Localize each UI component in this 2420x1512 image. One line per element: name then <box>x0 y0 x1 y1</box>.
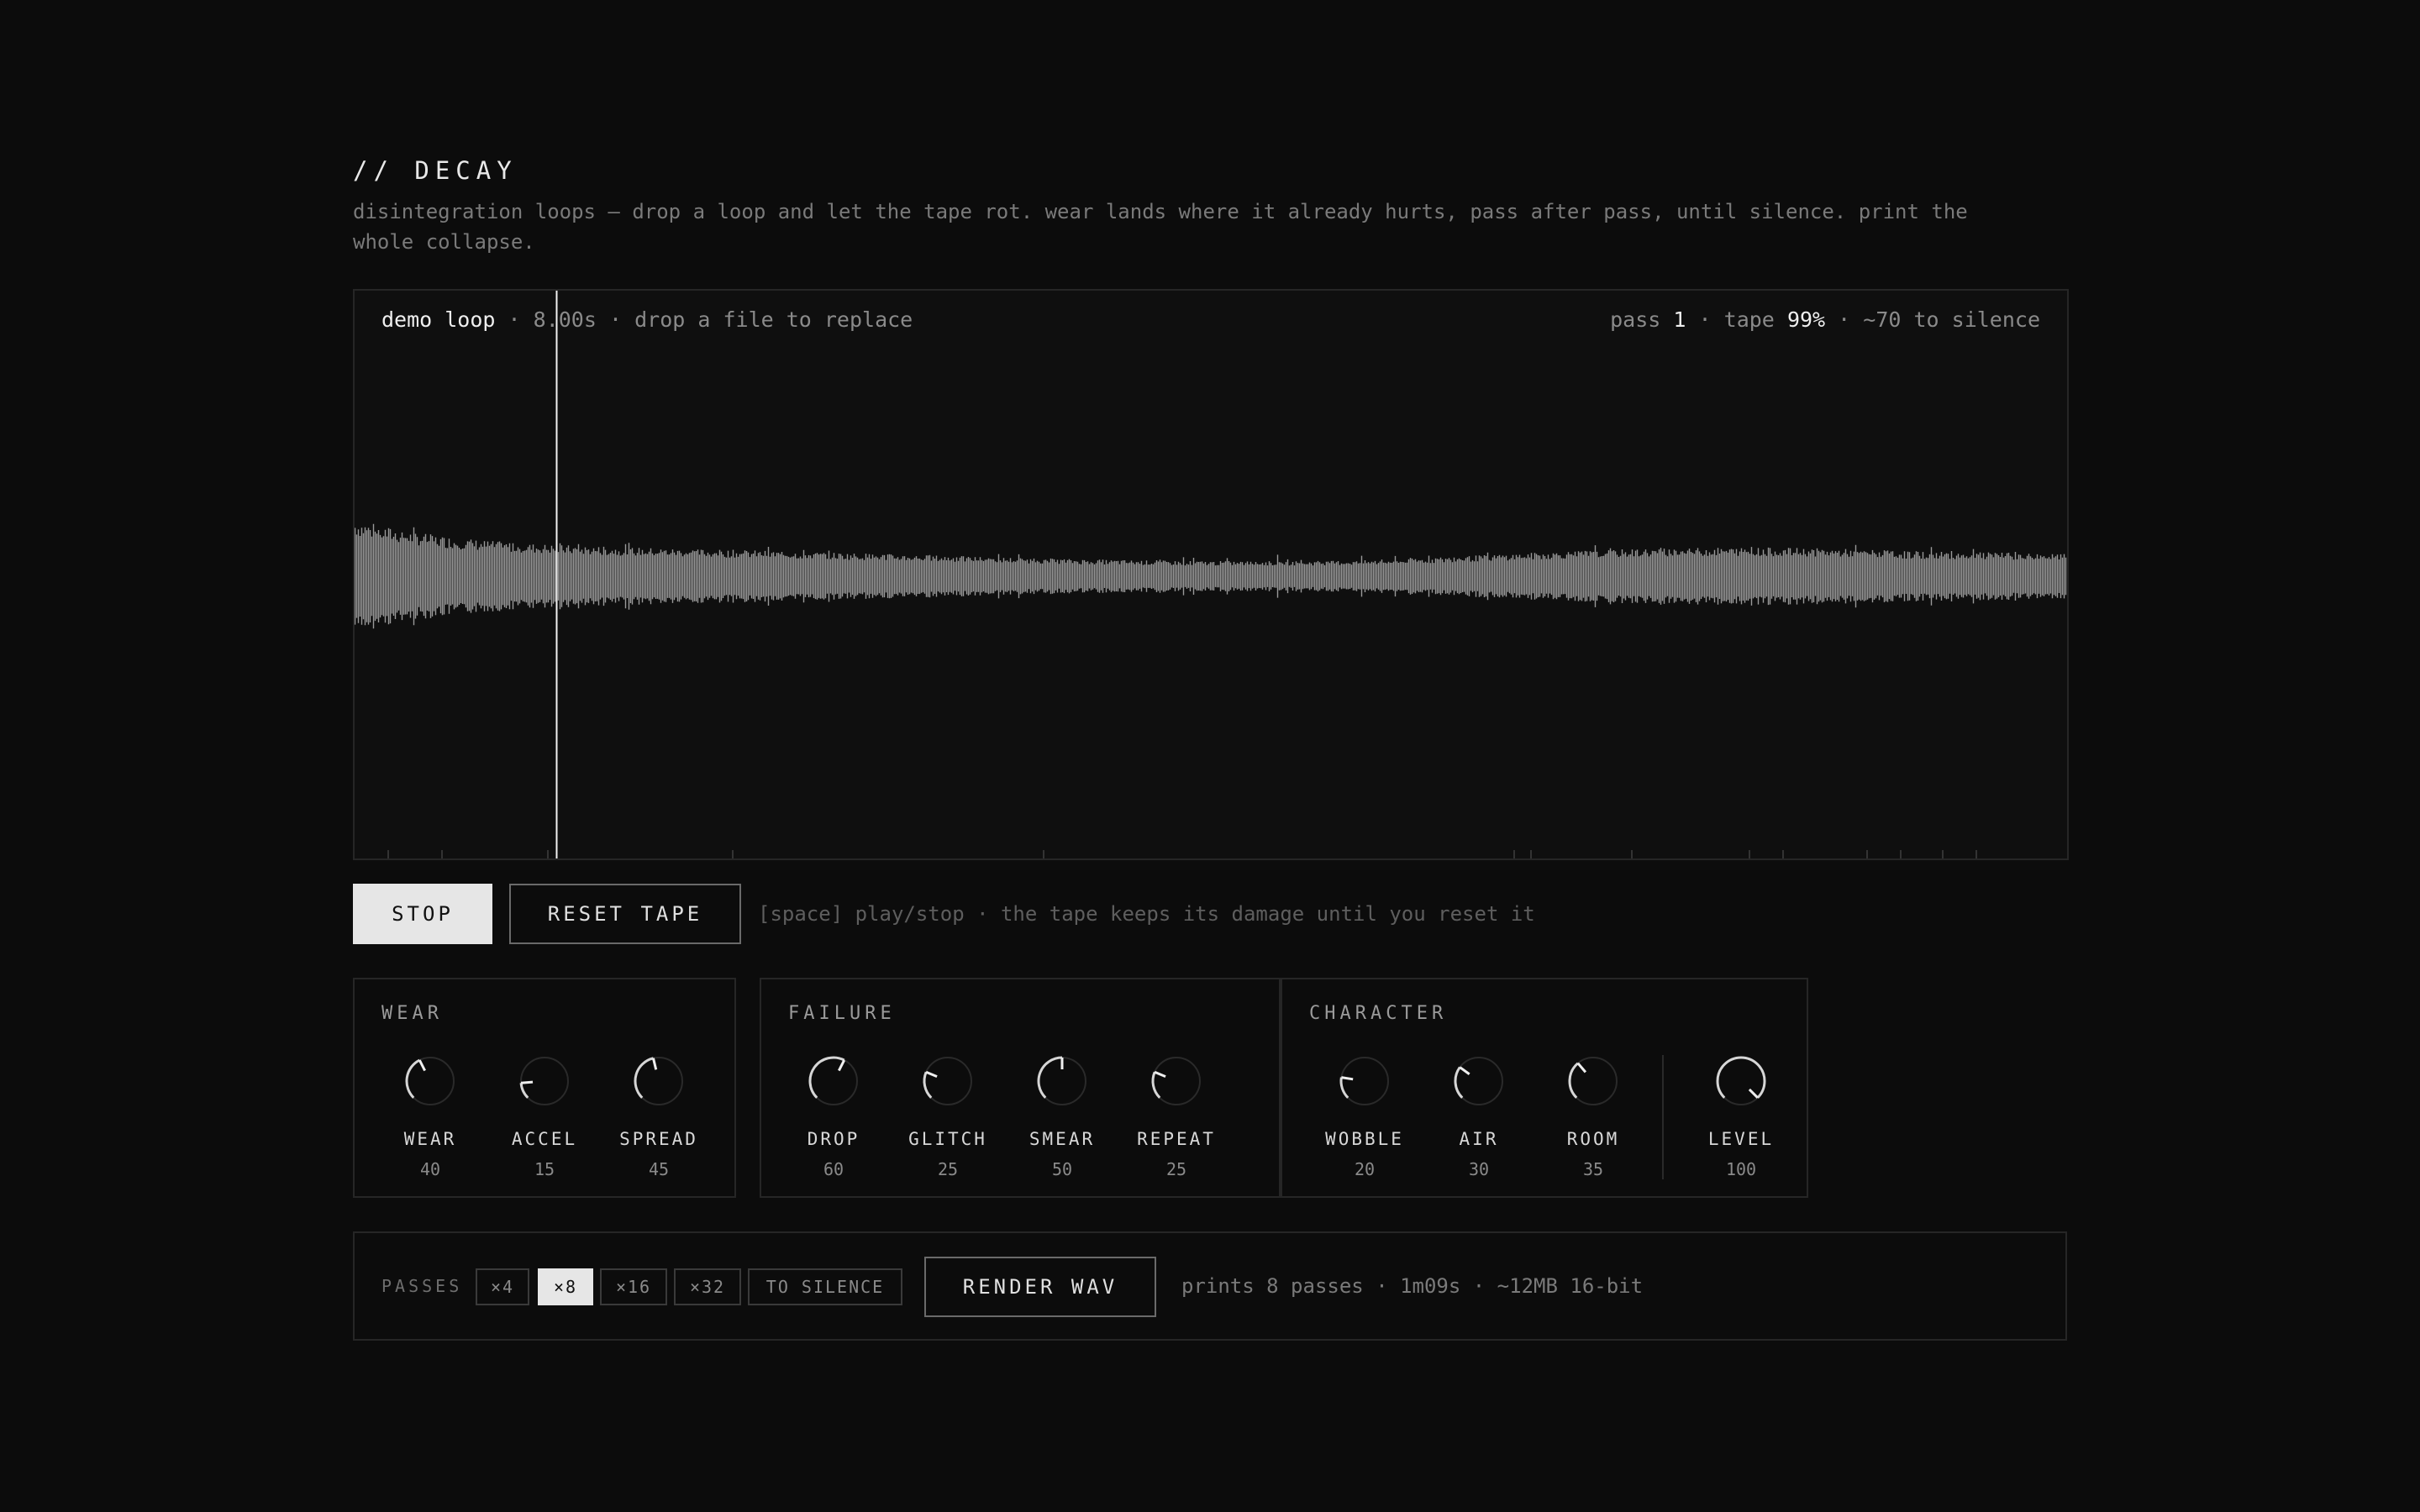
separator: · <box>1698 307 1712 332</box>
tape-label: tape <box>1723 307 1775 332</box>
knob-dial-icon[interactable] <box>1339 1055 1391 1107</box>
separator: · <box>608 307 623 332</box>
page-title: // DECAY <box>353 156 518 185</box>
knob-wobble[interactable]: WOBBLE 20 <box>1314 1055 1415 1181</box>
panel-title: FAILURE <box>788 1003 896 1024</box>
knob-value: 25 <box>1165 1159 1187 1179</box>
knob-dial-icon[interactable] <box>1453 1055 1505 1107</box>
knob-value: 40 <box>419 1159 441 1179</box>
knob-wear[interactable]: WEAR 40 <box>380 1055 481 1181</box>
separator: · <box>508 307 521 332</box>
knob-level[interactable]: LEVEL 100 <box>1691 1055 1791 1181</box>
knob-dial-icon[interactable] <box>404 1055 456 1107</box>
page-description: disintegration loops — drop a loop and l… <box>353 200 1968 254</box>
knob-accel[interactable]: ACCEL 15 <box>494 1055 595 1181</box>
knob-air[interactable]: AIR 30 <box>1428 1055 1529 1181</box>
knob-dial-icon[interactable] <box>1567 1055 1619 1107</box>
knob-label: WOBBLE <box>1325 1129 1404 1149</box>
knob-label: REPEAT <box>1137 1129 1216 1149</box>
loop-info: demo loop · 8.00s · drop a file to repla… <box>381 307 913 332</box>
knob-label: LEVEL <box>1707 1129 1775 1149</box>
knob-value: 60 <box>823 1159 844 1179</box>
knob-label: ROOM <box>1566 1129 1620 1149</box>
decay-app: // DECAY disintegration loops — drop a l… <box>353 151 2069 1341</box>
knob-value: 25 <box>937 1159 959 1179</box>
wear-panel: WEAR WEAR 40 ACCEL 15 SPREAD 45 <box>353 978 736 1198</box>
knob-label: SPREAD <box>619 1129 698 1149</box>
failure-panel: FAILURE DROP 60 GLITCH 25 SMEAR 50 REPEAT 25 <box>760 978 1281 1198</box>
knob-value: 15 <box>534 1159 555 1179</box>
knob-value: 45 <box>648 1159 670 1179</box>
knob-glitch[interactable]: GLITCH 25 <box>897 1055 998 1181</box>
knob-label: DROP <box>807 1129 860 1149</box>
character-panel: CHARACTER WOBBLE 20 AIR 30 ROOM 35 LEVEL 100 <box>1281 978 1808 1198</box>
render-wav-button[interactable]: RENDER WAV <box>924 1257 1156 1317</box>
knob-dial-icon[interactable] <box>1715 1055 1767 1107</box>
passes-option-4[interactable]: ×4 <box>476 1268 529 1305</box>
knob-label: SMEAR <box>1028 1129 1096 1149</box>
reset-tape-button[interactable]: RESET TAPE <box>509 884 741 944</box>
divider <box>1662 1055 1664 1179</box>
knob-room[interactable]: ROOM 35 <box>1543 1055 1644 1181</box>
knob-smear[interactable]: SMEAR 50 <box>1012 1055 1113 1181</box>
panel-title: CHARACTER <box>1309 1003 1448 1024</box>
knob-label: GLITCH <box>908 1129 987 1149</box>
waveform-canvas[interactable] <box>355 291 2067 858</box>
knob-dial-icon[interactable] <box>808 1055 860 1107</box>
passes-option-16[interactable]: ×16 <box>600 1268 667 1305</box>
pass-label: pass <box>1610 307 1661 332</box>
loop-duration: 8.00s <box>533 307 597 332</box>
knob-label: ACCEL <box>511 1129 578 1149</box>
separator: · <box>1838 307 1851 332</box>
knob-dial-icon[interactable] <box>633 1055 685 1107</box>
panel-title: WEAR <box>381 1003 443 1024</box>
knob-label: WEAR <box>403 1129 457 1149</box>
transport-bar: STOP RESET TAPE [space] play/stop · the … <box>353 884 2067 944</box>
drop-hint: drop a file to replace <box>634 307 913 332</box>
knob-repeat[interactable]: REPEAT 25 <box>1126 1055 1227 1181</box>
knob-value: 30 <box>1468 1159 1490 1179</box>
knob-value: 35 <box>1582 1159 1604 1179</box>
knob-spread[interactable]: SPREAD 45 <box>608 1055 709 1181</box>
knob-dial-icon[interactable] <box>922 1055 974 1107</box>
render-bar: PASSES ×4 ×8 ×16 ×32 TO SILENCE RENDER W… <box>353 1231 2067 1341</box>
knob-dial-icon[interactable] <box>1036 1055 1088 1107</box>
loop-name: demo loop <box>381 307 496 332</box>
knob-drop[interactable]: DROP 60 <box>783 1055 884 1181</box>
passes-option-8[interactable]: ×8 <box>538 1268 593 1305</box>
knob-label: AIR <box>1459 1129 1499 1149</box>
knob-value: 100 <box>1725 1159 1757 1179</box>
transport-hint: [space] play/stop · the tape keeps its d… <box>758 902 1535 926</box>
knob-dial-icon[interactable] <box>518 1055 571 1107</box>
render-info: prints 8 passes · 1m09s · ~12MB 16-bit <box>1181 1274 1644 1298</box>
tape-status: pass 1 · tape 99% · ~70 to silence <box>1610 307 2040 332</box>
passes-option-32[interactable]: ×32 <box>674 1268 741 1305</box>
stop-button[interactable]: STOP <box>353 884 492 944</box>
tape-value: 99% <box>1786 307 1826 332</box>
waveform-bars <box>355 523 2067 629</box>
passes-label: PASSES <box>381 1276 463 1296</box>
waveform-display[interactable]: demo loop · 8.00s · drop a file to repla… <box>353 289 2069 860</box>
passes-option-silence[interactable]: TO SILENCE <box>748 1268 902 1305</box>
pass-value: 1 <box>1673 307 1686 332</box>
silence-estimate: ~70 to silence <box>1863 307 2040 332</box>
knob-value: 20 <box>1354 1159 1376 1179</box>
knob-value: 50 <box>1051 1159 1073 1179</box>
knob-dial-icon[interactable] <box>1150 1055 1202 1107</box>
